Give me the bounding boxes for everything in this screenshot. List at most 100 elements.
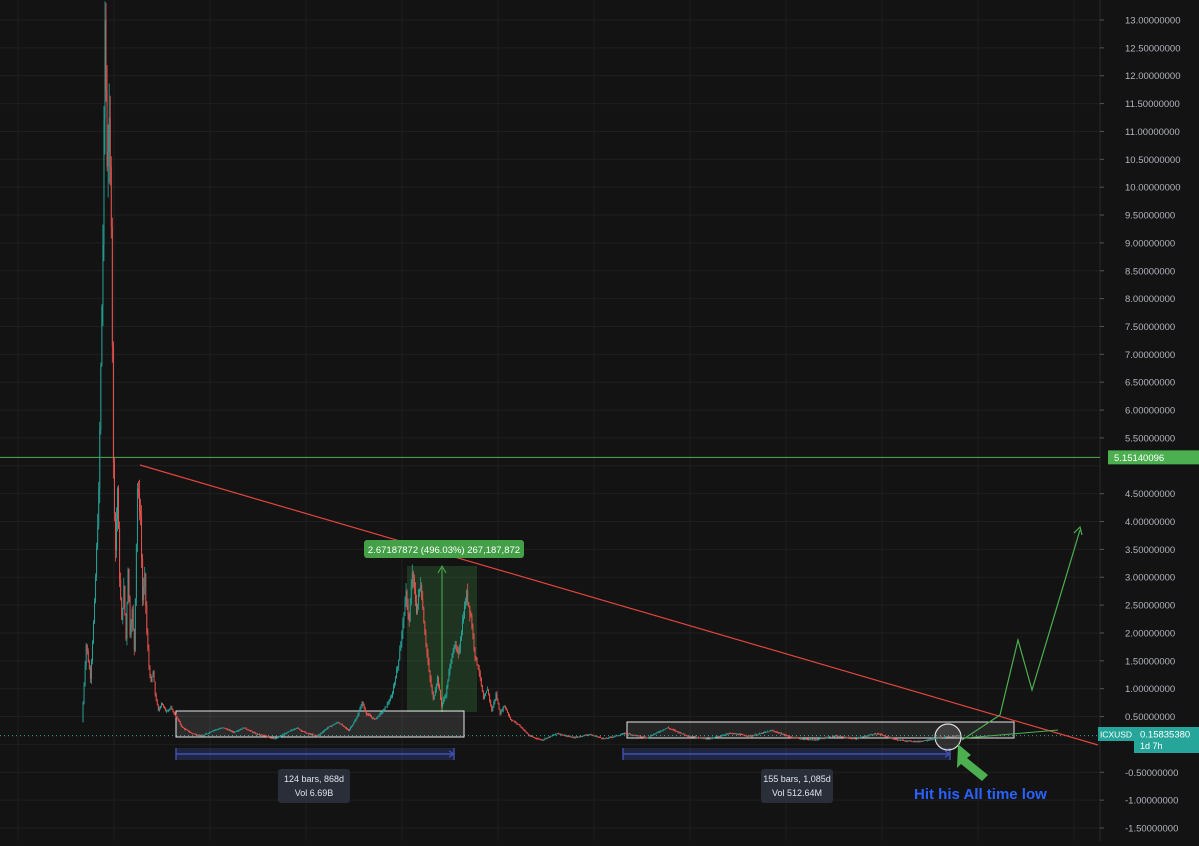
candle-body xyxy=(679,732,681,734)
candle-body xyxy=(227,729,229,731)
candle-body xyxy=(696,737,698,739)
candle-body xyxy=(717,736,718,738)
candle-body xyxy=(829,736,831,738)
candle-body xyxy=(243,727,245,729)
candle-body xyxy=(869,734,871,736)
candle-body xyxy=(634,734,636,736)
candle-body xyxy=(318,734,320,736)
candle-body xyxy=(855,738,856,740)
candle-body xyxy=(789,736,791,738)
candle-body xyxy=(141,515,143,559)
candle-body xyxy=(515,722,517,723)
candle-body xyxy=(194,733,196,735)
candle-body xyxy=(445,695,447,698)
candle-body xyxy=(142,558,144,601)
price-axis[interactable]: 13.00000000 12.50000000 12.00000000 11.5000… xyxy=(1099,0,1199,841)
candle-body xyxy=(199,735,201,736)
candle-body xyxy=(800,738,802,740)
candle-body xyxy=(759,733,761,735)
candle-body xyxy=(658,731,660,733)
candle-body xyxy=(740,734,741,736)
candle-body xyxy=(690,736,692,738)
candle-body xyxy=(678,731,680,733)
candle-body xyxy=(694,736,695,738)
candle-body xyxy=(572,737,574,739)
candle-body xyxy=(112,345,114,463)
candle-body xyxy=(698,737,700,739)
candle-body xyxy=(681,733,683,735)
candle-body xyxy=(633,734,635,736)
candle-body xyxy=(394,682,395,687)
candle-body xyxy=(746,735,748,737)
candle-body xyxy=(374,718,376,720)
candle-body xyxy=(251,731,253,733)
candle-body xyxy=(267,736,269,738)
candle-body xyxy=(898,739,900,741)
candle-body xyxy=(647,737,648,739)
candle-body xyxy=(895,739,897,740)
candle-body xyxy=(497,699,499,704)
candle-body xyxy=(342,725,344,727)
candle-body xyxy=(807,739,809,740)
candle-body xyxy=(439,685,440,691)
candle-body xyxy=(626,733,628,734)
candle-body xyxy=(522,728,524,730)
candle-body xyxy=(548,737,550,738)
candle-body xyxy=(868,735,870,737)
candle-body xyxy=(226,729,228,730)
candle-body xyxy=(726,733,728,735)
candle-body xyxy=(521,727,523,729)
price-tick-label: 8.00000000 xyxy=(1125,294,1175,305)
candle-body xyxy=(542,739,544,741)
candle-body xyxy=(832,736,833,738)
price-chart[interactable]: 13.00000000 12.50000000 12.00000000 11.5000… xyxy=(0,0,1199,841)
candle-body xyxy=(661,730,663,732)
candle-body xyxy=(610,737,612,738)
candle-body xyxy=(843,736,845,738)
candle-body xyxy=(297,727,299,729)
candle-body xyxy=(818,738,820,740)
candle-body xyxy=(212,730,214,732)
candle-body xyxy=(451,657,453,660)
candle-body xyxy=(699,737,701,739)
candle-body xyxy=(393,686,394,693)
candle-body xyxy=(397,666,399,671)
candle-body xyxy=(83,683,85,703)
candle-body xyxy=(214,729,216,731)
candle-body xyxy=(745,735,747,737)
candle-body xyxy=(771,730,773,732)
candle-body xyxy=(558,733,560,735)
candle-body xyxy=(338,722,340,724)
price-tick-label: 7.50000000 xyxy=(1125,322,1175,333)
candle-body xyxy=(612,736,614,738)
candle-body xyxy=(872,734,874,736)
candle-body xyxy=(337,722,339,724)
candle-body xyxy=(122,607,124,620)
candle-body xyxy=(284,733,286,735)
candle-body xyxy=(400,642,402,651)
candle-body xyxy=(178,720,180,722)
candle-body xyxy=(904,740,906,742)
candle-body xyxy=(286,732,288,734)
candle-body xyxy=(914,741,916,742)
chart-canvas[interactable]: 13.00000000 12.50000000 12.00000000 11.5000… xyxy=(0,0,1199,841)
candle-body xyxy=(312,734,314,736)
candle-body xyxy=(463,617,464,622)
candle-body xyxy=(457,650,459,654)
candle-body xyxy=(693,736,694,738)
candle-body xyxy=(736,733,738,735)
candle-body xyxy=(495,693,497,699)
candle-body xyxy=(847,737,849,739)
candle-body xyxy=(906,740,908,742)
candle-body xyxy=(518,724,520,726)
candle-body xyxy=(881,734,883,736)
candle-body xyxy=(534,737,536,739)
candle-body xyxy=(957,735,959,737)
candle-body xyxy=(443,699,445,703)
candle-body xyxy=(551,735,553,737)
candle-body xyxy=(856,738,857,740)
candle-body xyxy=(104,20,106,119)
candle-body xyxy=(527,733,529,736)
candle-body xyxy=(84,665,86,684)
candle-body xyxy=(419,589,421,595)
